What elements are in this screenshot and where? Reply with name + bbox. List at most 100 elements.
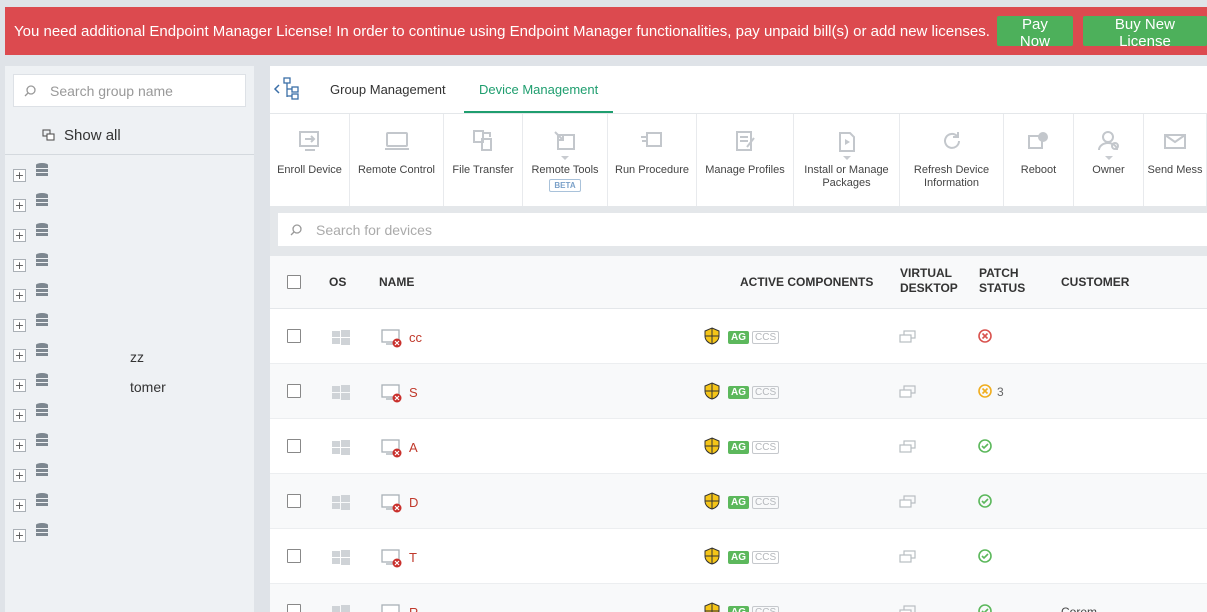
group-tree-item[interactable]: + (5, 400, 254, 430)
toolbar-manage-profiles-button[interactable]: Manage Profiles (697, 114, 794, 206)
ccs-component-badge: CCS (752, 331, 780, 344)
toolbar-refresh-device-information-button[interactable]: Refresh Device Information (900, 114, 1004, 206)
expand-toggle[interactable]: + (13, 199, 26, 212)
group-tree-item[interactable]: + zz (5, 340, 254, 370)
table-row[interactable]: cc AG CCS (270, 309, 1207, 364)
device-name-link[interactable]: R (409, 605, 418, 612)
column-virtual-desktop[interactable]: VIRTUAL DESKTOP (900, 266, 958, 296)
device-offline-icon (381, 549, 402, 568)
table-row[interactable]: R AGCCS Corem (270, 584, 1207, 612)
device-name-link[interactable]: cc (409, 330, 422, 345)
group-search-box[interactable] (13, 74, 246, 107)
virtual-desktop-icon[interactable] (899, 550, 917, 564)
expand-toggle[interactable]: + (13, 349, 26, 362)
group-tree-item[interactable]: + (5, 280, 254, 310)
expand-toggle[interactable]: + (13, 169, 26, 182)
owner-icon (1096, 128, 1122, 154)
group-tree-item[interactable]: + (5, 250, 254, 280)
column-patch-status-line2: STATUS (979, 281, 1026, 295)
ag-component-badge: AG (728, 496, 749, 509)
group-tree-item[interactable]: + (5, 460, 254, 490)
toolbar-enroll-device-button[interactable]: Enroll Device (270, 114, 350, 206)
row-checkbox[interactable] (287, 439, 301, 453)
device-search-box[interactable] (278, 213, 1207, 246)
expand-toggle[interactable]: + (13, 499, 26, 512)
collapse-tree-icon[interactable] (272, 76, 302, 102)
column-customer[interactable]: CUSTOMER (1061, 275, 1129, 290)
patch-status-ok-icon (978, 494, 992, 513)
table-row[interactable]: D AG CCS (270, 474, 1207, 529)
row-checkbox[interactable] (287, 329, 301, 343)
group-search-input[interactable] (50, 82, 240, 99)
group-tree-item[interactable]: + (5, 220, 254, 250)
virtual-desktop-icon[interactable] (899, 605, 917, 612)
toolbar-run-procedure-button[interactable]: Run Procedure (608, 114, 697, 206)
expand-toggle[interactable]: + (13, 379, 26, 392)
virtual-desktop-icon[interactable] (899, 385, 917, 399)
pay-now-button[interactable]: Pay Now (996, 16, 1073, 50)
select-all-checkbox[interactable] (287, 275, 301, 289)
ccs-component-badge: CCS (752, 606, 780, 612)
virtual-desktop-icon[interactable] (899, 330, 917, 344)
group-tree-item[interactable]: + (5, 430, 254, 460)
database-icon (36, 403, 48, 416)
patch-status-error-icon (978, 329, 992, 348)
patch-status-count: 3 (997, 385, 1004, 399)
virtual-desktop-icon[interactable] (899, 440, 917, 454)
group-tree-item[interactable]: + (5, 520, 254, 550)
expand-toggle[interactable]: + (13, 529, 26, 542)
row-checkbox[interactable] (287, 494, 301, 508)
expand-toggle[interactable]: + (13, 319, 26, 332)
virtual-desktop-icon[interactable] (899, 495, 917, 509)
table-row[interactable]: A AG CCS (270, 419, 1207, 474)
toolbar-remote-control-button[interactable]: Remote Control (350, 114, 444, 206)
toolbar-label: Reboot (1020, 164, 1057, 176)
toolbar-install-or-manage-packages-button[interactable]: Install or Manage Packages (794, 114, 900, 206)
row-checkbox[interactable] (287, 384, 301, 398)
tab-device-management[interactable]: Device Management (464, 66, 614, 113)
expand-toggle[interactable]: + (13, 289, 26, 302)
column-active-components[interactable]: ACTIVE COMPONENTS (740, 275, 873, 290)
show-all-button[interactable]: Show all (42, 127, 121, 144)
toolbar-send-mess-button[interactable]: Send Mess (1144, 114, 1207, 206)
toolbar-remote-tools-button[interactable]: Remote Tools BETA (523, 114, 608, 206)
device-search-input[interactable] (316, 221, 916, 238)
database-icon (36, 163, 48, 176)
database-icon (36, 373, 48, 386)
column-name[interactable]: NAME (379, 275, 414, 290)
device-name-link[interactable]: S (409, 385, 418, 400)
toolbar-owner-button[interactable]: Owner (1074, 114, 1144, 206)
run-procedure-icon (639, 128, 665, 154)
group-tree-item[interactable]: + (5, 190, 254, 220)
file-transfer-icon (470, 128, 496, 154)
row-checkbox[interactable] (287, 549, 301, 563)
group-tree-item[interactable]: + (5, 160, 254, 190)
table-row[interactable]: T AG CCS (270, 529, 1207, 584)
column-os[interactable]: OS (329, 275, 346, 290)
toolbar-reboot-button[interactable]: Reboot (1004, 114, 1074, 206)
group-tree-item[interactable]: + (5, 310, 254, 340)
expand-toggle[interactable]: + (13, 469, 26, 482)
database-icon (36, 463, 48, 476)
toolbar-label: Run Procedure (615, 164, 689, 176)
search-icon (24, 84, 36, 96)
patch-status-ok-icon (978, 439, 992, 458)
device-name-link[interactable]: T (409, 550, 417, 565)
group-tree-item[interactable]: + (5, 490, 254, 520)
expand-toggle[interactable]: + (13, 259, 26, 272)
buy-new-license-button[interactable]: Buy New License (1082, 16, 1207, 50)
device-name-link[interactable]: A (409, 440, 418, 455)
column-patch-status[interactable]: PATCH STATUS (979, 266, 1025, 296)
toolbar-file-transfer-button[interactable]: File Transfer (444, 114, 523, 206)
row-checkbox[interactable] (287, 604, 301, 612)
tab-group-management[interactable]: Group Management (315, 66, 461, 114)
database-icon (36, 253, 48, 266)
expand-toggle[interactable]: + (13, 409, 26, 422)
expand-toggle[interactable]: + (13, 439, 26, 452)
expand-toggle[interactable]: + (13, 229, 26, 242)
table-row[interactable]: S AG CCS 3 (270, 364, 1207, 419)
group-tree-item[interactable]: + tomer (5, 370, 254, 400)
device-name-link[interactable]: D (409, 495, 418, 510)
shield-icon (704, 602, 720, 612)
group-tree-label: zz (130, 349, 144, 365)
